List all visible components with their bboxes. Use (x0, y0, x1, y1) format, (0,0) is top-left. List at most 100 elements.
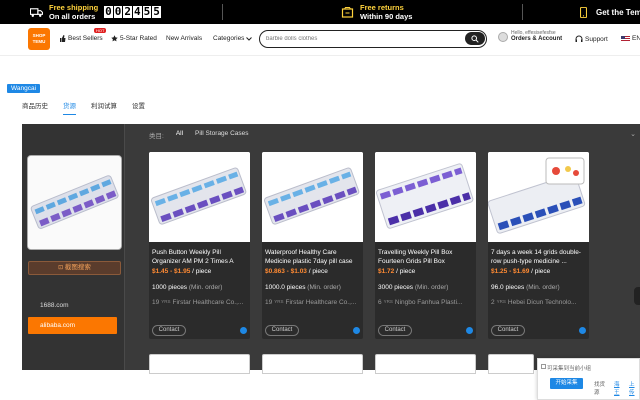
moq-unit: (Min. order) (188, 284, 223, 291)
timer-digit: 4 (133, 5, 142, 18)
product-card[interactable]: 7 days a week 14 grids double-row push-t… (488, 152, 589, 339)
product-thumb (375, 152, 476, 242)
supplier-years: 19 (265, 299, 273, 306)
temu-logo[interactable]: SHOP TEMU (28, 28, 50, 50)
product-price: $1.72 / piece (378, 268, 415, 275)
search-input[interactable] (266, 34, 456, 44)
product-card-partial[interactable] (375, 354, 476, 374)
support-link[interactable]: Support (575, 35, 608, 43)
category-filter: 类目: All Pill Storage Cases (149, 130, 249, 140)
tab-settings[interactable]: 设置 (132, 100, 145, 115)
product-card-partial[interactable] (488, 354, 534, 374)
product-price: $0.863 - $1.03 / piece (265, 268, 328, 275)
divider (522, 4, 523, 20)
product-title[interactable]: Travelling Weekly Pill Box Fourteen Grid… (378, 248, 474, 266)
image-search-button[interactable]: ⊡ 截图搜索 (28, 261, 121, 275)
product-card[interactable]: Push Button Weekly Pill Organizer AM PM … (149, 152, 250, 339)
contact-button[interactable]: Contact (491, 325, 525, 336)
product-title[interactable]: 7 days a week 14 grids double-row push-t… (491, 248, 587, 266)
collapse-chevron-icon[interactable]: ⌄ (630, 130, 636, 138)
thumbs-up-icon (60, 35, 66, 42)
price-unit: / piece (396, 268, 416, 275)
get-app-promo[interactable]: Get the Tem (577, 0, 640, 24)
filter-pill-storage[interactable]: Pill Storage Cases (195, 130, 248, 140)
chat-dot-icon[interactable] (579, 327, 586, 334)
timer-digit: 0 (104, 5, 113, 18)
search-bar (259, 30, 487, 48)
contact-button[interactable]: Contact (152, 325, 186, 336)
price-range: $1.72 (378, 268, 395, 275)
chat-dot-icon[interactable] (240, 327, 247, 334)
user-avatar-icon (498, 31, 508, 42)
pill-organizer-image (149, 152, 250, 242)
yrs-label: YRS (274, 299, 284, 304)
crop-icon: ⊡ (58, 265, 65, 271)
source-alibaba[interactable]: alibaba.com (28, 317, 117, 334)
supplier-name[interactable]: Ningbo Fanhua Plasti... (395, 299, 463, 306)
moq-value: 96.0 pieces (491, 284, 525, 291)
product-price: $1.45 - $1.95 / piece (152, 268, 211, 275)
popup-message: 可采集到当前小组 (547, 366, 592, 372)
nav-five-star[interactable]: 5-Star Rated (111, 35, 157, 42)
nav-categories[interactable]: Categories (213, 35, 253, 42)
popup-link-2[interactable]: 海王 (614, 380, 624, 396)
product-thumb (488, 152, 589, 242)
contact-button[interactable]: Contact (265, 325, 299, 336)
side-tab-handle[interactable] (634, 287, 640, 305)
tab-product-history[interactable]: 商品历史 (22, 100, 48, 115)
nav-new-arrivals[interactable]: New Arrivals (166, 35, 202, 42)
nav-best-sellers-label: Best Sellers (68, 35, 103, 42)
source-sidebar: ⊡ 截图搜索 1688.com alibaba.com (22, 124, 125, 370)
filter-all[interactable]: All (176, 130, 183, 140)
start-collect-button[interactable]: 开始采集 (550, 378, 583, 389)
chat-dot-icon[interactable] (466, 327, 473, 334)
collect-checkbox[interactable] (541, 364, 546, 369)
return-box-icon (341, 6, 354, 18)
product-thumb (149, 152, 250, 242)
supplier-name[interactable]: Hebei Dicun Technolo... (508, 299, 577, 306)
price-range: $0.863 - $1.03 (265, 268, 307, 275)
supplier-name[interactable]: Firstar Healthcare Co.,... (286, 299, 357, 306)
product-title[interactable]: Waterproof Healthy Care Medicine plastic… (265, 248, 361, 266)
language-selector[interactable]: EN (621, 35, 640, 42)
nav-best-sellers[interactable]: Best Sellers (59, 35, 103, 42)
timer-digit: 2 (123, 5, 133, 18)
free-returns-promo[interactable]: Free returns Within 90 days (341, 0, 412, 24)
supplier-years: 6 (378, 299, 382, 306)
account-label: Orders & Account (511, 36, 563, 42)
pill-organizer-image (262, 152, 363, 242)
price-unit: / piece (308, 268, 328, 275)
sourcing-panel: ⊡ 截图搜索 1688.com alibaba.com 类目: All Pill… (22, 124, 640, 370)
supplier-info: 6 YRS Ningbo Fanhua Plasti... (378, 299, 474, 306)
tab-profit-calc[interactable]: 利润试算 (91, 100, 117, 115)
product-moq: 3000 pieces (Min. order) (378, 284, 448, 291)
promo-bar: Free shipping On all orders 0 0 2 4 5 5 … (0, 0, 640, 24)
contact-button[interactable]: Contact (378, 325, 412, 336)
source-product-image (27, 155, 122, 250)
divider (222, 4, 223, 20)
product-card[interactable]: Waterproof Healthy Care Medicine plastic… (262, 152, 363, 339)
product-title[interactable]: Push Button Weekly Pill Organizer AM PM … (152, 248, 248, 266)
find-source-link[interactable]: 找货源 (594, 380, 609, 396)
account-menu[interactable]: Hello, effesisefesfse Orders & Account (498, 30, 562, 43)
price-range: $1.45 - $1.95 (152, 268, 191, 275)
product-card-partial[interactable] (262, 354, 363, 374)
source-1688[interactable]: 1688.com (40, 302, 69, 309)
free-returns-title: Free returns (360, 3, 404, 12)
yrs-label: YRS (161, 299, 171, 304)
popup-link-3[interactable]: 上传 (629, 380, 639, 396)
nav-new-arrivals-label: New Arrivals (166, 35, 203, 42)
nav-categories-label: Categories (213, 35, 245, 42)
moq-unit: (Min. order) (526, 284, 560, 291)
product-card-partial[interactable] (149, 354, 250, 374)
yrs-label: YRS (496, 299, 506, 304)
product-moq: 1000 pieces (Min. order) (152, 284, 222, 291)
supplier-name[interactable]: Firstar Healthcare Co.,... (173, 299, 244, 306)
tab-sourcing[interactable]: 货源 (63, 100, 76, 115)
product-card[interactable]: Travelling Weekly Pill Box Fourteen Grid… (375, 152, 476, 339)
popup-links: 找货源 海王 上传 (594, 380, 639, 396)
search-button[interactable] (465, 32, 485, 45)
chat-dot-icon[interactable] (353, 327, 360, 334)
free-shipping-promo[interactable]: Free shipping On all orders 0 0 2 4 5 5 (30, 0, 161, 24)
support-label: Support (585, 35, 608, 43)
